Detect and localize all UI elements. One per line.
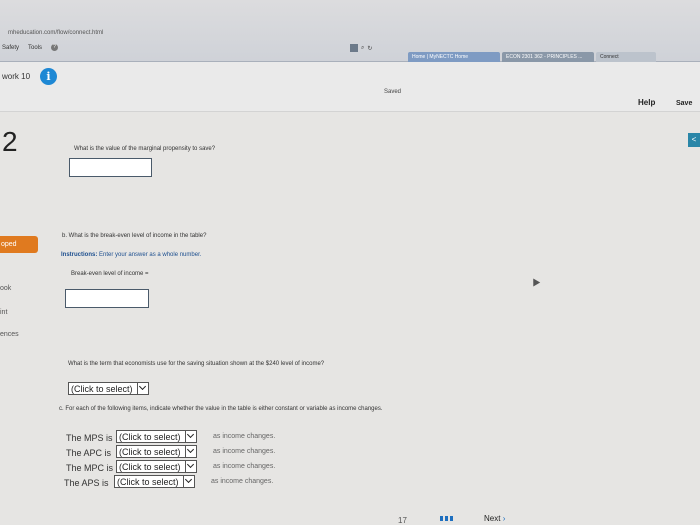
next-label: Next: [484, 514, 501, 523]
search-icon[interactable]: ⌕: [361, 45, 364, 52]
sidebar-link-references[interactable]: ences: [0, 331, 19, 338]
aps-row-suffix: as income changes.: [211, 478, 274, 485]
aps-row-label: The APS is: [64, 478, 109, 488]
breakeven-prompt: b. What is the break-even level of incom…: [62, 233, 207, 239]
side-tab[interactable]: <: [688, 133, 700, 147]
chevron-down-icon: [136, 383, 148, 394]
address-tools: ⌕ ↻: [350, 44, 372, 52]
apc-row-label: The APC is: [66, 448, 112, 458]
menu-safety[interactable]: Safety: [2, 45, 19, 51]
page-number[interactable]: 17: [398, 516, 407, 525]
chevron-down-icon: [182, 476, 194, 487]
tab-connect[interactable]: Connect: [596, 52, 656, 62]
mpc-select[interactable]: (Click to select): [116, 460, 197, 473]
sidebar-pill[interactable]: oped: [0, 236, 38, 253]
instructions-text: Enter your answer as a whole number.: [99, 252, 202, 258]
mps-row-suffix: as income changes.: [213, 433, 276, 440]
breakeven-label: Break-even level of income =: [71, 271, 149, 277]
tab-home[interactable]: Home | MyNECTC Home: [408, 52, 500, 62]
mps-select-value: (Click to select): [119, 431, 181, 442]
refresh-icon[interactable]: ↻: [367, 45, 372, 52]
menu-tools[interactable]: Tools: [28, 45, 42, 51]
help-menu[interactable]: ?: [51, 44, 59, 51]
mps-prompt: What is the value of the marginal propen…: [74, 146, 216, 152]
browser-chrome: mheducation.com/flow/connect.html Safety…: [0, 0, 700, 62]
sidebar-link-ebook[interactable]: ook: [0, 285, 11, 292]
term-select-value: (Click to select): [71, 383, 133, 394]
mpc-select-value: (Click to select): [119, 461, 181, 472]
info-icon[interactable]: i: [40, 68, 57, 85]
browser-menu: Safety Tools ?: [2, 44, 59, 51]
mps-select[interactable]: (Click to select): [116, 430, 197, 443]
breakeven-answer-field[interactable]: [65, 289, 149, 308]
address-bar[interactable]: mheducation.com/flow/connect.html: [8, 30, 103, 36]
sidebar-link-print[interactable]: int: [0, 309, 7, 316]
save-button[interactable]: Save: [676, 100, 692, 107]
constant-variable-prompt: c. For each of the following items, indi…: [59, 406, 383, 412]
grid-icon[interactable]: [440, 516, 454, 521]
apc-select-value: (Click to select): [119, 446, 181, 457]
question-number: 2: [2, 126, 18, 157]
app-header: work 10 i Saved Help Save: [0, 62, 700, 112]
help-button[interactable]: Help: [638, 98, 655, 107]
saved-status: Saved: [384, 89, 402, 95]
instructions-label: Instructions:: [61, 252, 98, 258]
apc-select[interactable]: (Click to select): [116, 445, 197, 458]
apc-row-suffix: as income changes.: [213, 448, 276, 455]
next-button[interactable]: Next ›: [484, 514, 505, 523]
instructions: Instructions: Enter your answer as a who…: [61, 252, 201, 258]
mpc-row-label: The MPC is: [66, 463, 114, 473]
help-icon: ?: [51, 44, 59, 51]
bottom-nav: [0, 510, 700, 525]
aps-select[interactable]: (Click to select): [114, 475, 195, 488]
chevron-down-icon: [184, 461, 196, 472]
chevron-right-icon: ›: [502, 514, 506, 523]
term-prompt: What is the term that economists use for…: [68, 361, 325, 367]
chevron-down-icon: [184, 446, 196, 457]
mps-answer-field[interactable]: [69, 158, 152, 177]
tab-econ[interactable]: ECON 2301 362 - PRINCIPLES ...: [502, 52, 594, 62]
mpc-row-suffix: as income changes.: [213, 463, 276, 470]
term-select[interactable]: (Click to select): [68, 382, 149, 395]
page-icon[interactable]: [350, 44, 358, 52]
chevron-down-icon: [184, 431, 196, 442]
aps-select-value: (Click to select): [117, 476, 179, 487]
mps-row-label: The MPS is: [66, 433, 113, 443]
assignment-title: work 10: [2, 72, 31, 81]
